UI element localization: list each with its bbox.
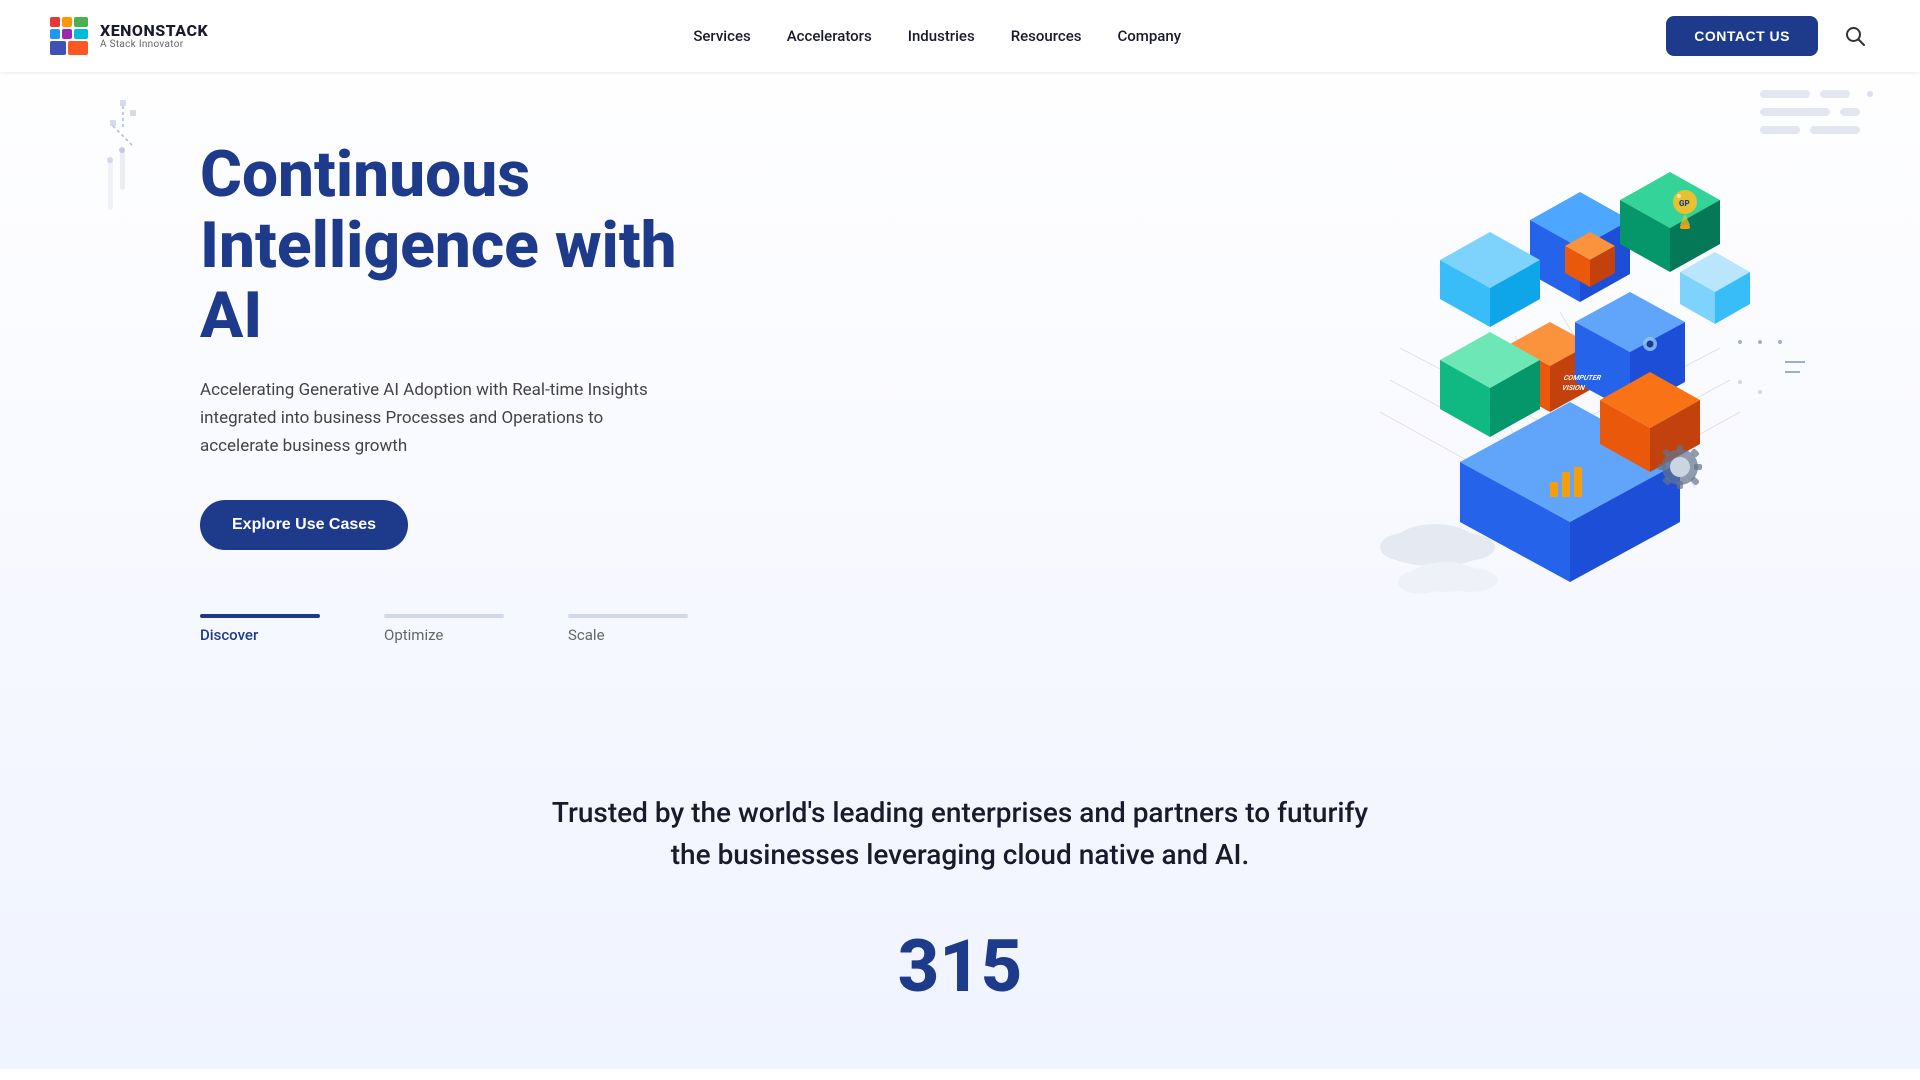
trusted-section: Trusted by the world's leading enterpris… [0,712,1920,1069]
svg-text:VISION: VISION [1561,383,1587,392]
nav-services[interactable]: Services [693,27,750,45]
tab-label-optimize: Optimize [384,626,504,644]
trusted-title: Trusted by the world's leading enterpris… [530,792,1390,876]
tab-label-scale: Scale [568,626,688,644]
hero-description: Accelerating Generative AI Adoption with… [200,376,660,460]
iso-svg: COMPUTER VISION [1360,132,1780,612]
logo-name: XENONSTACK [100,22,208,40]
explore-button[interactable]: Explore Use Cases [200,500,408,550]
svg-text:GP: GP [1679,199,1690,208]
tab-bar-scale [568,614,688,618]
contact-us-button[interactable]: CONTACT US [1666,16,1818,56]
hero-tabs: Discover Optimize Scale [200,614,720,644]
stat-number: 315 [48,924,1872,1009]
tab-bar-optimize [384,614,504,618]
nav-links: Services Accelerators Industries Resourc… [693,27,1181,45]
logo-link[interactable]: XENONSTACK A Stack Innovator [48,15,208,57]
tab-label-discover: Discover [200,626,320,644]
hero-title-line2: Intelligence with AI [200,208,677,353]
tab-bar-discover [200,614,320,618]
stat-value: 315 [898,924,1023,1009]
nav-accelerators[interactable]: Accelerators [787,27,872,45]
logo-icon [48,15,90,57]
nav-industries[interactable]: Industries [908,27,975,45]
svg-text:COMPUTER: COMPUTER [1562,373,1603,382]
hero-section: Continuous Intelligence with AI Accelera… [0,0,1920,712]
hero-title: Continuous Intelligence with AI [200,140,720,351]
hero-title-line1: Continuous [200,137,530,212]
tab-discover[interactable]: Discover [200,614,320,644]
deco-dots [1730,332,1810,416]
nav-right: CONTACT US [1666,16,1872,56]
hero-left: Continuous Intelligence with AI Accelera… [200,140,720,643]
nav-company[interactable]: Company [1118,27,1182,45]
search-button[interactable] [1838,19,1872,53]
hero-content: Continuous Intelligence with AI Accelera… [0,72,1920,712]
navbar: XENONSTACK A Stack Innovator Services Ac… [0,0,1920,72]
tab-scale[interactable]: Scale [568,614,688,644]
search-icon [1844,25,1866,47]
hero-illustration: COMPUTER VISION [1360,132,1780,652]
tab-optimize[interactable]: Optimize [384,614,504,644]
nav-resources[interactable]: Resources [1011,27,1082,45]
logo-sub: A Stack Innovator [100,39,208,50]
